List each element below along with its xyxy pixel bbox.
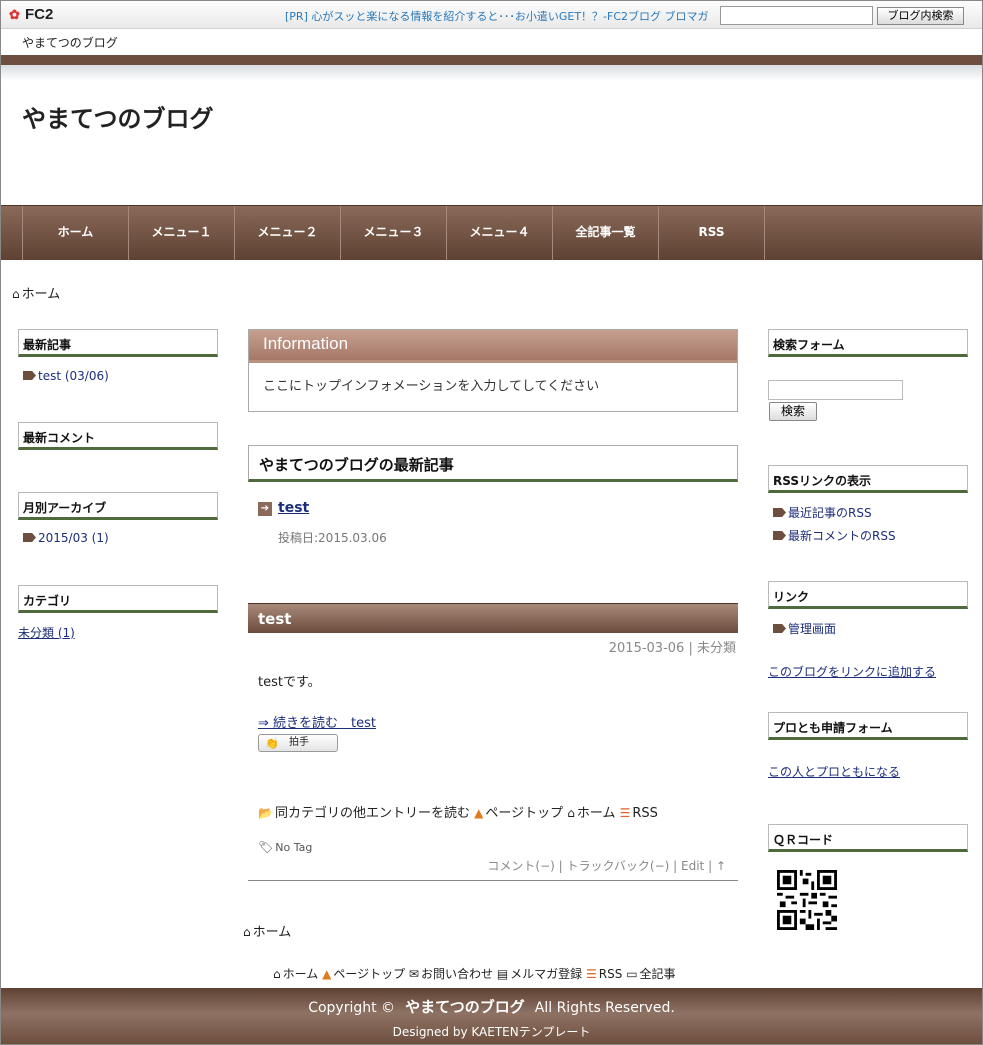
rss-comments-link[interactable]: 最新コメントのRSS [773, 527, 896, 544]
recent-comments-heading: 最新コメント [18, 422, 218, 450]
tag-icon [773, 531, 786, 540]
page-top-icon: ▲ [322, 967, 332, 981]
book-icon: ▤ [496, 967, 509, 981]
archive-heading: 月別アーカイブ [18, 492, 218, 520]
fc2-logo[interactable]: ✿ FC2 [9, 6, 53, 23]
sidebar-search-input[interactable] [768, 380, 903, 400]
latest-entry-link[interactable]: ➔ test [258, 500, 309, 516]
entry-footer: コメント(−) | トラックバック(−) | Edit | ↑ [487, 859, 726, 873]
global-nav: ホーム メニュー１ メニュー２ メニュー３ メニュー４ 全記事一覧 RSS [1, 205, 982, 260]
folder-icon: 📂 [258, 806, 273, 820]
pr-link[interactable]: [PR] 心がスッと楽になる情報を紹介すると･･･お小遣いGET！？-FC2ブロ… [285, 8, 709, 24]
latest-entry-date: 投稿日:2015.03.06 [278, 531, 387, 545]
entry-rss-link[interactable]: RSS [632, 806, 658, 821]
footer-links: ⌂ ホーム ▲ ページトップ ✉ お問い合わせ ▤ メルマガ登録 ☰ RSS ▭ 全記事 [273, 965, 676, 982]
nav-item-rss[interactable]: RSS [658, 206, 764, 260]
rss-icon: ☰ [619, 806, 631, 820]
entry-meta: 2015-03-06 | 未分類 [608, 641, 736, 656]
information-body: ここにトップインフォメーションを入力してしてください [263, 379, 600, 394]
search-form-heading: 検索フォーム [768, 329, 968, 357]
tag-icon [773, 508, 786, 517]
trackback-link[interactable]: トラックバック(−) [567, 859, 670, 873]
entry-links: 📂 同カテゴリの他エントリーを読む ▲ ページトップ ⌂ ホーム ☰ RSS [258, 802, 658, 821]
breadcrumb[interactable]: ⌂ ホーム [12, 283, 60, 302]
latest-entries-heading: やまてつのブログの最新記事 [248, 445, 738, 482]
home-icon: ⌂ [567, 806, 575, 820]
nav-item-menu3[interactable]: メニュー３ [340, 206, 446, 260]
entry-body: testです。 [258, 675, 321, 690]
rss-recent-link[interactable]: 最近記事のRSS [773, 504, 872, 521]
entry-date: 2015-03-06 [608, 641, 685, 656]
comment-link[interactable]: コメント(−) [487, 859, 554, 873]
nav-item-menu4[interactable]: メニュー４ [446, 206, 552, 260]
tag-icon [23, 533, 36, 542]
read-more-link[interactable]: ⇒ 続きを読む test [258, 712, 376, 731]
breadcrumb-bottom[interactable]: ⌂ ホーム [243, 921, 291, 940]
entry-home-link[interactable]: ホーム [577, 806, 616, 821]
nav-item-all-entries[interactable]: 全記事一覧 [552, 206, 658, 260]
footer-blog-name[interactable]: やまてつのブログ [405, 998, 525, 1016]
entry-title[interactable]: test [248, 603, 738, 633]
home-icon: ⌂ [12, 287, 20, 301]
footer-home-link[interactable]: ホーム [283, 967, 319, 981]
link-heading: リンク [768, 581, 968, 609]
rss-heading: RSSリンクの表示 [768, 465, 968, 493]
nav-item-menu1[interactable]: メニュー１ [128, 206, 234, 260]
sidebar-search-button[interactable]: 検索 [769, 402, 817, 421]
qr-code-icon [777, 870, 837, 930]
designed-by[interactable]: Designed by KAETENテンプレート [1, 1023, 982, 1040]
footer-rss-link[interactable]: RSS [599, 967, 623, 981]
footer-all-entries-link[interactable]: 全記事 [640, 967, 676, 981]
tag-label-icon: 🏷 [258, 840, 274, 854]
category-link[interactable]: 未分類 (1) [18, 624, 75, 641]
archive-link[interactable]: 2015/03 (1) [23, 531, 109, 545]
footer-mail-magazine-link[interactable]: メルマガ登録 [510, 967, 582, 981]
recent-entries-heading: 最新記事 [18, 329, 218, 357]
home-icon: ⌂ [243, 925, 251, 939]
tag-icon [23, 371, 36, 380]
qr-heading: ＱＲコード [768, 824, 968, 852]
clap-hands-icon: 👏 [265, 737, 279, 750]
recent-entry-link[interactable]: test (03/06) [23, 369, 109, 383]
home-icon: ⌂ [273, 967, 281, 981]
footer: Copyright © やまてつのブログ All Rights Reserved. … [1, 988, 982, 1044]
nav-divider [764, 206, 765, 260]
back-to-top-link[interactable]: ↑ [716, 859, 726, 873]
header-stripe [1, 55, 982, 65]
clap-button[interactable]: 👏 拍手 [258, 734, 338, 752]
entry-divider [248, 880, 738, 881]
tag-icon [773, 624, 786, 633]
page-top-icon: ▲ [474, 806, 484, 820]
information-box: Information ここにトップインフォメーションを入力してしてください [248, 329, 738, 412]
category-heading: カテゴリ [18, 585, 218, 613]
proto-request-link[interactable]: この人とプロともになる [768, 763, 900, 780]
information-title: Information [249, 330, 737, 360]
nav-item-home[interactable]: ホーム [22, 206, 128, 260]
blog-search-input[interactable] [720, 6, 873, 25]
copyright: Copyright © やまてつのブログ All Rights Reserved. [308, 998, 675, 1016]
proto-heading: プロとも申請フォーム [768, 712, 968, 740]
fc2-logo-icon: ✿ [9, 7, 20, 22]
admin-link[interactable]: 管理画面 [773, 620, 836, 637]
site-title[interactable]: やまてつのブログ [22, 99, 214, 134]
edit-link[interactable]: Edit [681, 859, 704, 873]
blog-name-link[interactable]: やまてつのブログ [22, 34, 118, 51]
mail-icon: ✉ [408, 967, 419, 981]
page-top-link[interactable]: ページトップ [485, 806, 563, 821]
rss-icon: ☰ [586, 967, 597, 981]
arrow-right-icon: ➔ [258, 502, 272, 516]
footer-contact-link[interactable]: お問い合わせ [421, 967, 493, 981]
nav-item-menu2[interactable]: メニュー２ [234, 206, 340, 260]
entry-category[interactable]: 未分類 [697, 641, 736, 656]
add-link-link[interactable]: このブログをリンクに追加する [768, 663, 936, 680]
fc2-toolbar: ✿ FC2 [PR] 心がスッと楽になる情報を紹介すると･･･お小遣いGET！？-… [1, 1, 982, 29]
header-fade [1, 65, 982, 81]
no-tag: 🏷 No Tag [258, 840, 313, 854]
blog-search-button[interactable]: ブログ内検索 [877, 7, 964, 25]
same-category-link[interactable]: 同カテゴリの他エントリーを読む [275, 806, 470, 821]
document-icon: ▭ [626, 967, 638, 981]
footer-page-top-link[interactable]: ページトップ [333, 967, 405, 981]
